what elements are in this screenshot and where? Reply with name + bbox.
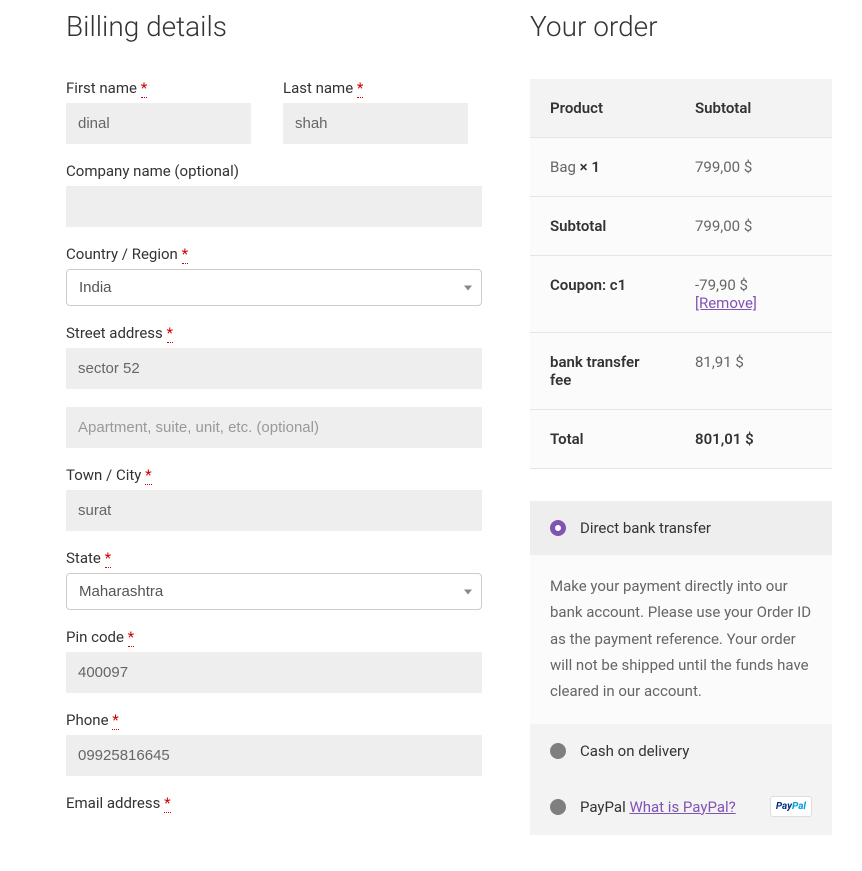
item-name: Bag — [550, 158, 580, 176]
country-label: Country / Region * — [66, 245, 482, 263]
required-icon: * — [112, 711, 118, 730]
radio-unchecked-icon — [550, 743, 566, 759]
first-name-input[interactable] — [66, 103, 251, 144]
table-row: Subtotal 799,00 $ — [530, 197, 832, 256]
payment-option-bank[interactable]: Direct bank transfer — [530, 501, 832, 555]
subtotal-header: Subtotal — [675, 79, 832, 138]
state-label: State * — [66, 549, 482, 567]
bank-fee-value: 81,91 $ — [675, 333, 832, 410]
payment-bank-description: Make your payment directly into our bank… — [530, 555, 832, 724]
remove-coupon-link[interactable]: [Remove] — [695, 294, 757, 312]
street2-input[interactable] — [66, 407, 482, 448]
required-icon: * — [357, 79, 363, 98]
table-row: Total 801,01 $ — [530, 410, 832, 469]
phone-label: Phone * — [66, 711, 482, 729]
table-row: bank transfer fee 81,91 $ — [530, 333, 832, 410]
city-input[interactable] — [66, 490, 482, 531]
subtotal-value: 799,00 $ — [675, 197, 832, 256]
pin-input[interactable] — [66, 652, 482, 693]
item-price: 799,00 $ — [675, 138, 832, 197]
first-name-label: First name * — [66, 79, 265, 97]
paypal-info-link[interactable]: What is PayPal? — [629, 798, 735, 816]
total-value: 801,01 $ — [675, 410, 832, 469]
total-label: Total — [530, 410, 675, 469]
payment-cod-label: Cash on delivery — [580, 742, 689, 760]
required-icon: * — [167, 324, 173, 343]
street-input[interactable] — [66, 348, 482, 389]
order-table: Product Subtotal Bag × 1 799,00 $ Subtot… — [530, 79, 832, 469]
item-qty: × 1 — [580, 158, 600, 176]
payment-methods: Direct bank transfer Make your payment d… — [530, 501, 832, 835]
payment-paypal-label: PayPal What is PayPal? — [580, 798, 736, 816]
billing-title: Billing details — [66, 10, 482, 43]
payment-bank-label: Direct bank transfer — [580, 519, 711, 537]
pin-label: Pin code * — [66, 628, 482, 646]
payment-option-paypal[interactable]: PayPal What is PayPal? PayPal — [530, 778, 832, 835]
required-icon: * — [141, 79, 147, 98]
required-icon: * — [182, 245, 188, 264]
country-select[interactable]: India — [66, 269, 482, 306]
last-name-label: Last name * — [283, 79, 482, 97]
bank-fee-label: bank transfer fee — [530, 333, 675, 410]
product-header: Product — [530, 79, 675, 138]
payment-option-cod[interactable]: Cash on delivery — [530, 724, 832, 778]
street-label: Street address * — [66, 324, 482, 342]
state-select[interactable]: Maharashtra — [66, 573, 482, 610]
phone-input[interactable] — [66, 735, 482, 776]
coupon-label: Coupon: c1 — [530, 256, 675, 333]
company-input[interactable] — [66, 186, 482, 227]
subtotal-label: Subtotal — [530, 197, 675, 256]
coupon-value: -79,90 $ — [695, 276, 748, 294]
required-icon: * — [128, 628, 134, 647]
table-row: Bag × 1 799,00 $ — [530, 138, 832, 197]
order-title: Your order — [530, 10, 832, 43]
paypal-icon: PayPal — [770, 796, 812, 817]
radio-checked-icon — [550, 520, 566, 536]
table-row: Coupon: c1 -79,90 $ [Remove] — [530, 256, 832, 333]
required-icon: * — [164, 794, 170, 813]
required-icon: * — [145, 466, 151, 485]
required-icon: * — [105, 549, 111, 568]
radio-unchecked-icon — [550, 799, 566, 815]
company-label: Company name (optional) — [66, 162, 482, 180]
email-label: Email address * — [66, 794, 482, 812]
city-label: Town / City * — [66, 466, 482, 484]
last-name-input[interactable] — [283, 103, 468, 144]
